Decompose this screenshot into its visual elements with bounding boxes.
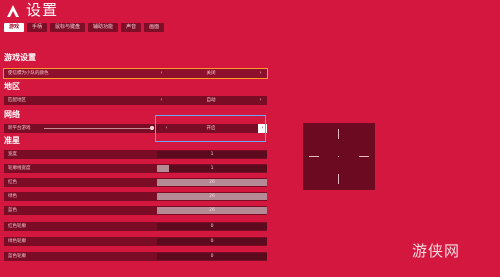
setting-label: 红色 <box>8 180 17 185</box>
setting-row-red[interactable]: 红色 26 <box>4 178 267 187</box>
value-bar[interactable]: 0 <box>157 223 267 230</box>
setting-value: 关闭 <box>206 71 216 76</box>
bar-value: 1 <box>210 152 214 157</box>
tab-audio[interactable]: 声音 <box>121 23 142 32</box>
tab-mouse-keyboard[interactable]: 鼠标与键盘 <box>50 23 86 32</box>
focus-highlight <box>155 115 266 142</box>
tab-controller[interactable]: 手柄 <box>27 23 48 32</box>
setting-label: 匹配地区 <box>8 98 26 103</box>
setting-label: 宽度 <box>8 152 17 157</box>
bar-value: 26 <box>209 208 215 213</box>
setting-label: 使信標为小队的颜色 <box>8 71 49 76</box>
setting-row-blue[interactable]: 蓝色 26 <box>4 206 267 215</box>
crossplay-slider-track <box>44 128 152 129</box>
setting-row-red-outline[interactable]: 红色轮廓 0 <box>4 222 267 231</box>
tab-video[interactable]: 画面 <box>144 23 165 32</box>
setting-label: 跨平台游戏 <box>8 126 31 131</box>
section-crosshair: 准星 <box>4 136 20 145</box>
setting-label: 蓝色轮廓 <box>8 254 26 259</box>
setting-row-teammate-color[interactable]: 使信標为小队的颜色 ‹ 关闭 › <box>3 68 268 79</box>
setting-row-green-outline[interactable]: 绿色轮廓 0 <box>4 237 267 246</box>
setting-value: 自动 <box>206 98 216 103</box>
setting-row-blue-outline[interactable]: 蓝色轮廓 0 <box>4 252 267 261</box>
value-bar[interactable]: 1 <box>157 165 267 172</box>
crosshair-left-line <box>309 156 319 157</box>
setting-row-crosshair-width[interactable]: 宽度 1 <box>4 150 267 159</box>
tab-game[interactable]: 游戏 <box>4 23 25 32</box>
setting-row-matchmaking-region[interactable]: 匹配地区 ‹ 自动 › <box>4 96 267 105</box>
crosshair-top-line <box>338 129 339 139</box>
settings-tabs: 游戏 手柄 鼠标与键盘 辅助功能 声音 画面 <box>4 23 165 32</box>
value-bar[interactable]: 26 <box>157 193 267 200</box>
chevron-left-icon[interactable]: ‹ <box>157 96 166 105</box>
bar-value: 0 <box>210 254 214 259</box>
bar-value: 26 <box>209 180 215 185</box>
crossplay-slider-knob[interactable] <box>150 126 154 130</box>
chevron-left-icon[interactable]: ‹ <box>157 69 166 78</box>
watermark: 游侠网 <box>412 242 461 260</box>
crosshair-preview <box>303 123 375 190</box>
bar-value: 0 <box>210 224 214 229</box>
setting-row-outline-width[interactable]: 轮廓线宽度 1 <box>4 164 267 173</box>
setting-label: 蓝色 <box>8 208 17 213</box>
value-bar[interactable]: 26 <box>157 207 267 214</box>
bar-value: 26 <box>209 194 215 199</box>
tab-accessibility[interactable]: 辅助功能 <box>88 23 119 32</box>
section-region: 地区 <box>4 82 20 91</box>
value-bar[interactable]: 0 <box>157 238 267 245</box>
bar-value: 0 <box>210 239 214 244</box>
section-network: 网络 <box>4 110 20 119</box>
value-bar[interactable]: 0 <box>157 253 267 260</box>
value-bar[interactable]: 1 <box>157 151 267 158</box>
setting-label: 轮廓线宽度 <box>8 166 31 171</box>
crosshair-bottom-line <box>338 174 339 184</box>
crosshair-center-dot <box>338 156 339 157</box>
section-game-settings: 游戏设置 <box>4 53 36 62</box>
bar-value: 1 <box>210 166 214 171</box>
setting-label: 绿色 <box>8 194 17 199</box>
setting-label: 绿色轮廓 <box>8 239 26 244</box>
app-logo-icon <box>7 5 19 17</box>
crosshair-right-line <box>359 156 369 157</box>
value-bar[interactable]: 26 <box>157 179 267 186</box>
setting-label: 红色轮廓 <box>8 224 26 229</box>
page-title: 设置 <box>26 1 59 19</box>
setting-row-green[interactable]: 绿色 26 <box>4 192 267 201</box>
chevron-right-icon[interactable]: › <box>256 69 265 78</box>
chevron-right-icon[interactable]: › <box>256 96 265 105</box>
